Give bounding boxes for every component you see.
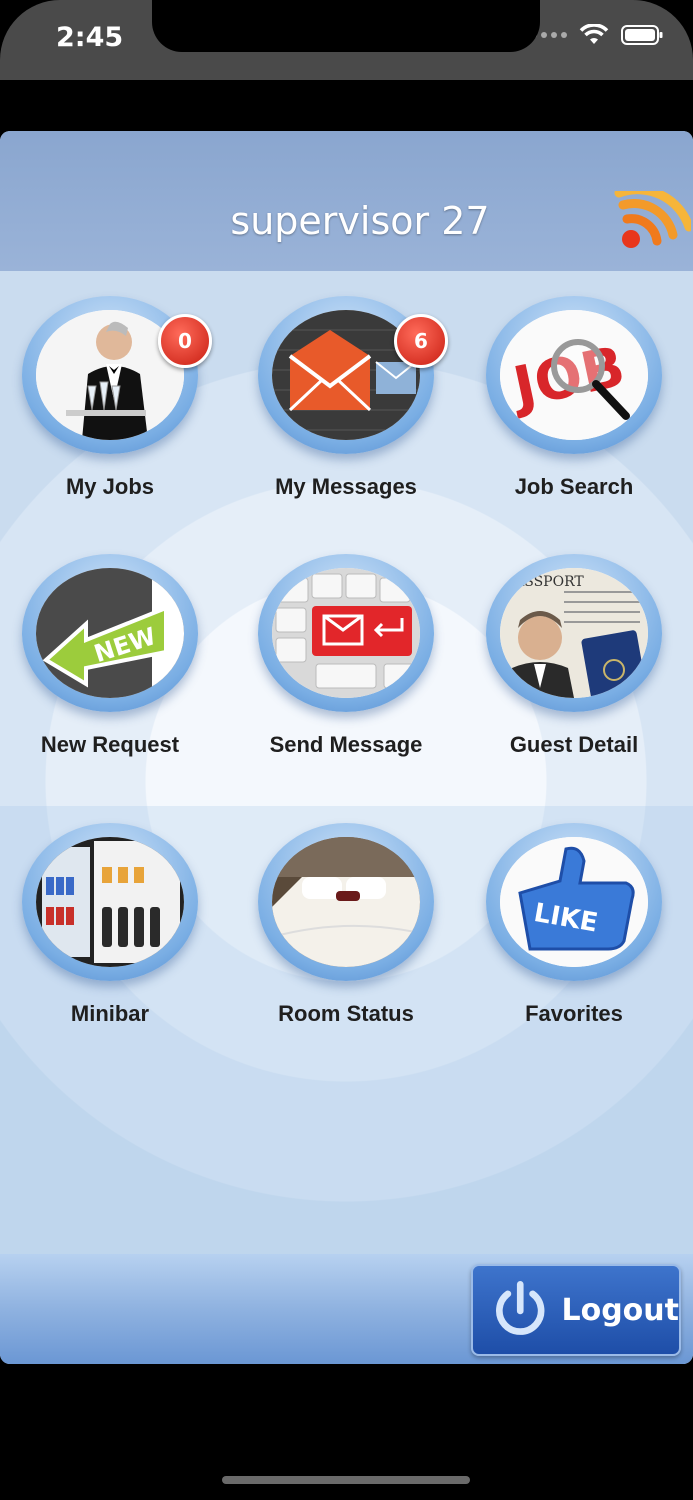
tile-my-jobs[interactable]: 0 My Jobs (10, 296, 212, 500)
tile-circle: NEW (22, 554, 198, 712)
tile-label: Send Message (269, 732, 423, 757)
status-icons (531, 24, 663, 46)
header-bar: supervisor 27 (0, 131, 693, 271)
phone-frame: 2:45 supervisor 27 0 My Jobs 6 My Messag… (0, 0, 693, 1500)
notch (152, 0, 540, 52)
tile-circle (258, 554, 434, 712)
bottom-bar: Logout (0, 1254, 693, 1364)
tile-label: Job Search (514, 474, 634, 499)
tile-label: New Request (40, 732, 180, 757)
wifi-icon (579, 24, 609, 44)
status-time: 2:45 (56, 22, 124, 53)
tile-circle: PASSPORT (486, 554, 662, 712)
tile-label: Guest Detail (509, 732, 639, 757)
home-indicator[interactable] (222, 1476, 470, 1484)
tile-circle (258, 823, 434, 981)
app-screen: supervisor 27 0 My Jobs 6 My Messages Jo… (0, 131, 693, 1364)
passport-icon: PASSPORT (500, 568, 648, 698)
tile-job-search[interactable]: JOB Job Search (474, 296, 674, 500)
battery-icon (621, 25, 663, 45)
logout-label: Logout (561, 1292, 679, 1328)
rss-feed-icon[interactable] (605, 191, 691, 257)
messages-count-badge: 6 (394, 314, 448, 368)
tile-send-message[interactable]: Send Message (246, 554, 446, 758)
bed-icon (272, 837, 420, 967)
new-arrow-icon: NEW (36, 568, 184, 698)
tile-room-status[interactable]: Room Status (246, 823, 446, 1027)
tile-my-messages[interactable]: 6 My Messages (246, 296, 448, 500)
minibar-fridge-icon (36, 837, 184, 967)
tile-label: Room Status (278, 1001, 414, 1026)
tile-new-request[interactable]: NEW New Request (10, 554, 210, 758)
tile-minibar[interactable]: Minibar (10, 823, 210, 1027)
tile-label: Favorites (525, 1001, 623, 1026)
tile-circle: JOB (486, 296, 662, 454)
tile-guest-detail[interactable]: PASSPORT Guest Detail (474, 554, 674, 758)
page-title: supervisor 27 (230, 199, 490, 243)
tile-label: My Jobs (65, 474, 155, 499)
power-icon (496, 1281, 545, 1335)
tile-label: My Messages (275, 474, 417, 499)
job-magnifier-icon: JOB (500, 310, 648, 440)
tile-label: Minibar (70, 1001, 150, 1026)
tile-circle (22, 823, 198, 981)
thumbs-up-like-icon: LIKE (500, 837, 648, 967)
tile-circle: LIKE (486, 823, 662, 981)
tile-favorites[interactable]: LIKE Favorites (474, 823, 674, 1027)
keyboard-mail-icon (272, 568, 420, 698)
logout-button[interactable]: Logout (471, 1264, 681, 1356)
jobs-count-badge: 0 (158, 314, 212, 368)
svg-text:PASSPORT: PASSPORT (506, 574, 584, 590)
